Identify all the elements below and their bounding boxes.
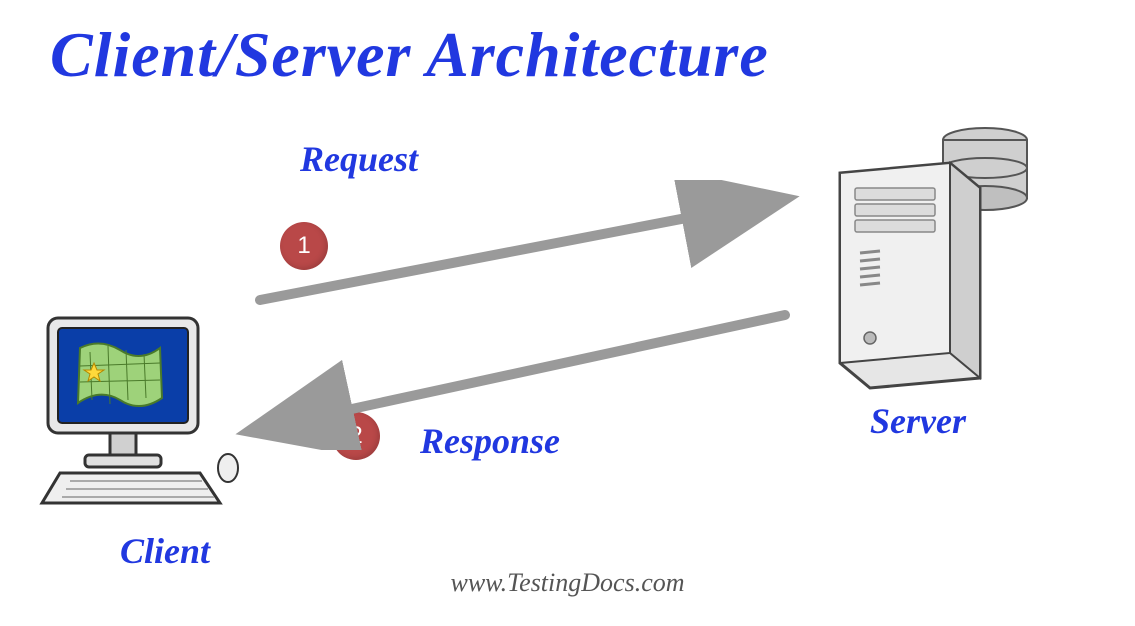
diagram-title: Client/Server Architecture xyxy=(50,18,769,92)
client-label: Client xyxy=(120,530,210,572)
response-arrow-icon xyxy=(230,300,800,450)
request-label: Request xyxy=(300,138,418,180)
server-tower-icon xyxy=(810,118,1040,398)
client-computer-icon xyxy=(30,308,240,518)
diagram-stage: Client/Server Architecture Request Respo… xyxy=(0,0,1135,626)
request-arrow-icon xyxy=(250,180,810,320)
server-label: Server xyxy=(870,400,966,442)
footer-credit: www.TestingDocs.com xyxy=(0,568,1135,598)
